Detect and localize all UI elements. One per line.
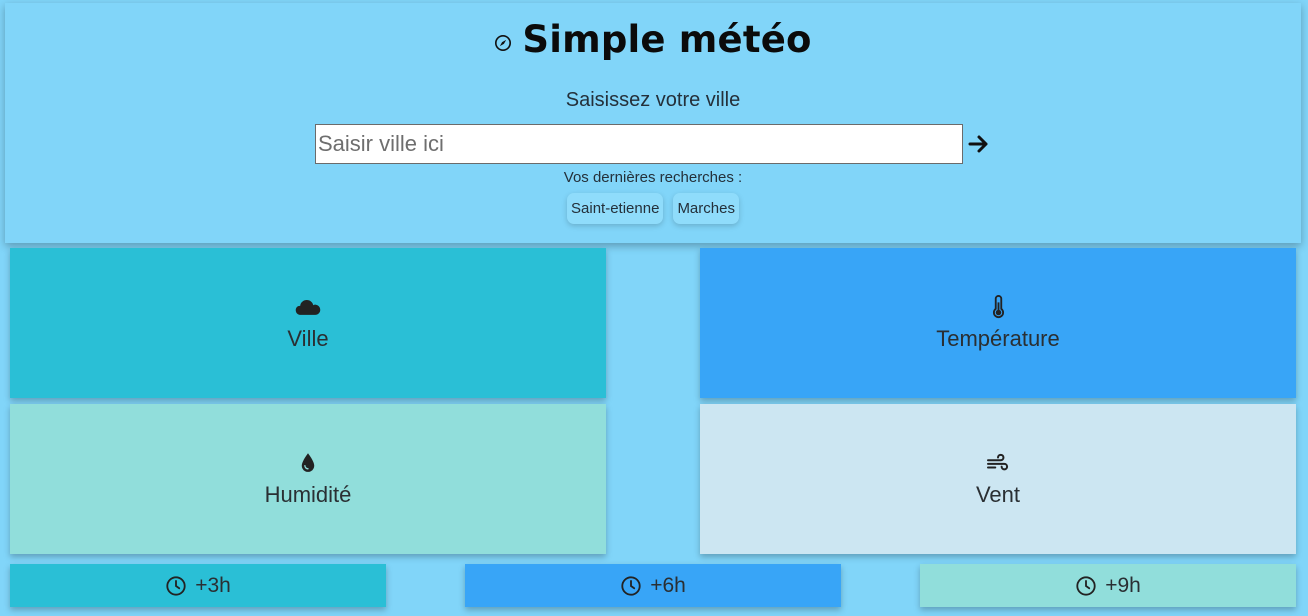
wind-label: Vent [975,482,1021,507]
temperature-label: Température [936,326,1060,351]
droplet-icon [293,450,323,476]
forecast-label: +6h [650,573,686,597]
clock-icon [166,575,186,596]
city-label: Ville [287,326,329,351]
city-prompt: Saisissez votre ville [565,89,741,111]
forecast-9h-button[interactable]: +9h [920,564,1296,607]
clock-icon [621,575,641,596]
recent-searches-label: Vos dernières recherches : [563,169,743,186]
forecast-label: +3h [195,573,231,597]
forecast-3h-button[interactable]: +3h [10,564,386,607]
recent-search-chip[interactable]: Marches [673,193,739,224]
wind-card: Vent [700,404,1296,554]
header: Simple météo Saisissez votre ville Vos d… [5,3,1301,243]
forecast-label: +9h [1105,573,1141,597]
search-submit-button[interactable] [966,132,992,158]
page-title: Simple météo [522,18,812,61]
city-card: Ville [10,248,606,398]
thermometer-icon [983,294,1013,320]
recent-searches-list: Saint-etienne Marches [5,193,1301,224]
compass-icon [495,34,512,51]
arrow-right-icon [968,135,988,153]
humidity-label: Humidité [264,482,352,507]
recent-search-chip[interactable]: Saint-etienne [567,193,664,224]
wind-icon [983,450,1013,476]
search-row [315,124,1005,164]
humidity-card: Humidité [10,404,606,554]
title-row: Simple météo [5,18,1301,61]
city-search-input[interactable] [315,124,963,164]
forecast-6h-button[interactable]: +6h [465,564,841,607]
clock-icon [1076,575,1096,596]
cloud-icon [293,294,323,320]
temperature-card: Température [700,248,1296,398]
